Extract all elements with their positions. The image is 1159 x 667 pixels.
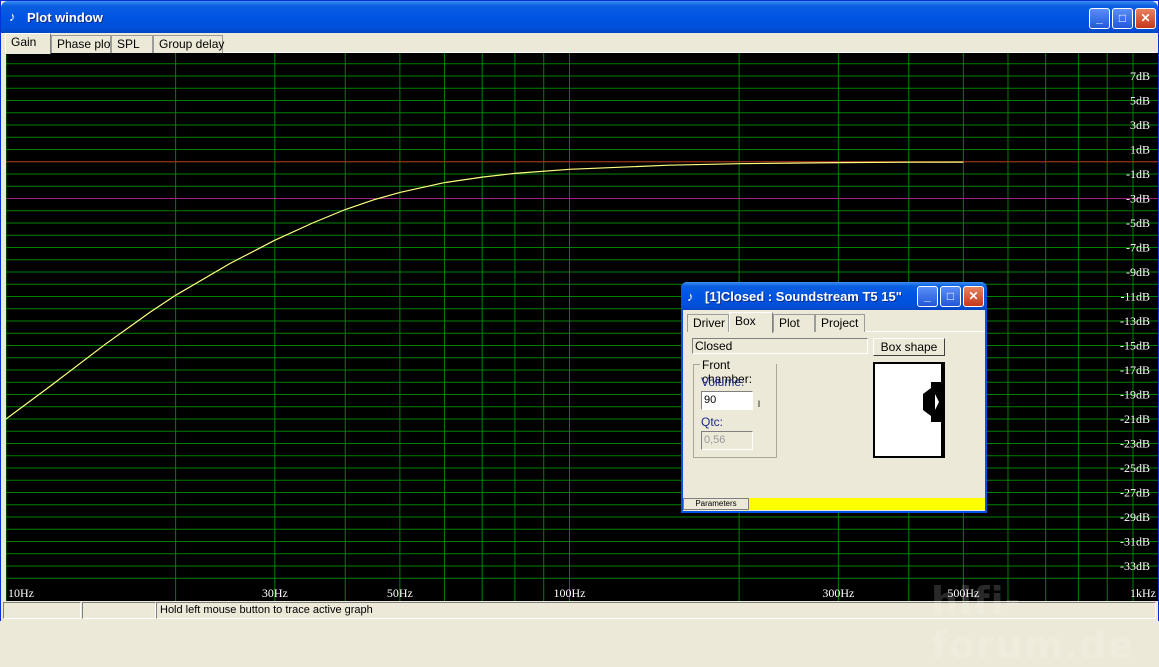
- y-tick-label: 1dB: [1130, 143, 1150, 157]
- child-minimize-button[interactable]: _: [917, 286, 938, 307]
- status-hint: Hold left mouse button to trace active g…: [156, 602, 1156, 619]
- y-tick-label: -7dB: [1126, 241, 1150, 255]
- y-tick-label: -3dB: [1126, 192, 1150, 206]
- status-cell-2: [82, 602, 156, 619]
- box-type-field: Closed: [692, 338, 868, 354]
- box-shape-button[interactable]: Box shape: [873, 338, 945, 356]
- x-tick-label: 100Hz: [554, 586, 586, 600]
- status-bar: Hold left mouse button to trace active g…: [1, 601, 1158, 621]
- parameters-tab[interactable]: Parameters: [683, 498, 749, 510]
- close-button[interactable]: ✕: [1135, 8, 1156, 29]
- qtc-label: Qtc:: [701, 415, 724, 429]
- front-chamber-group: Front chamber: Volume: 90 l Qtc: 0,56: [693, 358, 777, 458]
- app-icon: ♪: [9, 9, 16, 24]
- x-tick-label: 10Hz: [8, 586, 34, 600]
- tab-plot[interactable]: Plot: [773, 314, 815, 332]
- y-tick-label: -23dB: [1120, 437, 1150, 451]
- y-tick-label: -31dB: [1120, 535, 1150, 549]
- y-tick-label: -21dB: [1120, 412, 1150, 426]
- y-tick-label: 7dB: [1130, 69, 1150, 83]
- y-tick-label: -5dB: [1126, 216, 1150, 230]
- y-tick-label: -33dB: [1120, 559, 1150, 573]
- y-tick-label: 3dB: [1130, 118, 1150, 132]
- child-maximize-button[interactable]: □: [940, 286, 961, 307]
- child-window-title: [1]Closed : Soundstream T5 15": [705, 289, 902, 304]
- x-tick-label: 300Hz: [822, 586, 854, 600]
- x-tick-label: 1kHz: [1130, 586, 1156, 600]
- x-tick-label: 30Hz: [262, 586, 288, 600]
- tab-box[interactable]: Box: [729, 312, 773, 333]
- tab-group-delay[interactable]: Group delay: [153, 35, 224, 53]
- y-tick-label: -19dB: [1120, 388, 1150, 402]
- app-icon: ♪: [687, 289, 694, 304]
- box-window-tabs: Driver Box Plot Project: [687, 312, 985, 333]
- tab-phase-plot[interactable]: Phase plot: [51, 35, 114, 53]
- status-cell-1: [3, 602, 81, 619]
- tab-gain[interactable]: Gain: [5, 33, 51, 54]
- y-tick-label: -27dB: [1120, 486, 1150, 500]
- y-tick-label: -15dB: [1120, 339, 1150, 353]
- volume-unit: l: [758, 399, 760, 409]
- y-tick-label: -29dB: [1120, 510, 1150, 524]
- plot-tabs: Gain Phase plot SPL Group delay: [5, 33, 1155, 54]
- y-tick-label: 5dB: [1130, 94, 1150, 108]
- parameters-bar: Parameters: [683, 498, 985, 510]
- x-tick-label: 500Hz: [947, 586, 979, 600]
- box-shape-image: [873, 362, 945, 458]
- volume-label: Volume:: [701, 375, 745, 389]
- y-tick-label: -1dB: [1126, 167, 1150, 181]
- minimize-button[interactable]: _: [1089, 8, 1110, 29]
- y-tick-label: -25dB: [1120, 461, 1150, 475]
- volume-input[interactable]: 90: [701, 391, 753, 410]
- title-bar[interactable]: ♪ Plot window _ □ ✕: [1, 1, 1158, 33]
- x-tick-label: 50Hz: [387, 586, 413, 600]
- child-close-button[interactable]: ✕: [963, 286, 984, 307]
- y-tick-label: -9dB: [1126, 265, 1150, 279]
- window-title: Plot window: [27, 10, 103, 25]
- y-tick-label: -13dB: [1120, 314, 1150, 328]
- qtc-input: 0,56: [701, 431, 753, 450]
- y-tick-label: -17dB: [1120, 363, 1150, 377]
- tab-project[interactable]: Project: [815, 314, 865, 332]
- maximize-button[interactable]: □: [1112, 8, 1133, 29]
- tab-driver[interactable]: Driver: [687, 314, 729, 332]
- tab-spl[interactable]: SPL: [111, 35, 153, 53]
- box-window: ♪ [1]Closed : Soundstream T5 15" _ □ ✕ D…: [681, 282, 987, 513]
- child-title-bar[interactable]: ♪ [1]Closed : Soundstream T5 15" _ □ ✕: [681, 282, 987, 310]
- y-tick-label: -11dB: [1120, 290, 1150, 304]
- closed-box-speaker-icon: [923, 364, 943, 456]
